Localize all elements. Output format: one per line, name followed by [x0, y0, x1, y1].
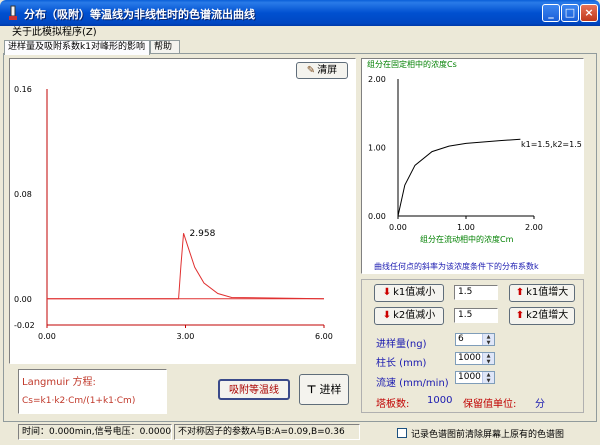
- isotherm-button[interactable]: 吸附等温线: [218, 379, 290, 400]
- clear-screen-label: 清屏: [317, 65, 338, 76]
- clear-before-record-label: 记录色谱图前清除屏幕上原有的色谱图: [411, 430, 565, 440]
- title-bar: 分布（吸附）等温线为非线性时的色谱流出曲线 _ □ ×: [0, 0, 600, 26]
- clear-before-record-checkbox[interactable]: [397, 428, 407, 438]
- k1-value-field[interactable]: 1.5: [454, 285, 498, 300]
- peak-time-label: 2.958: [190, 229, 216, 239]
- k2-increase-label: k2值增大: [526, 310, 569, 321]
- x-tick-label: 2.00: [525, 223, 543, 232]
- spinner-arrows-icon[interactable]: ▲ ▼: [482, 353, 494, 365]
- k1-decrease-button[interactable]: ⬇ k1值减小: [374, 284, 444, 302]
- k1-increase-label: k1值增大: [526, 287, 569, 298]
- flow-rate-label: 流速 (mm/min): [376, 378, 449, 389]
- isotherm-y-title: 组分在固定相中的浓度Cs: [367, 59, 457, 69]
- close-button[interactable]: ×: [580, 4, 598, 22]
- brush-icon: ✎: [306, 65, 316, 76]
- y-tick-label: 0.00: [368, 212, 386, 221]
- arrow-up-icon: ⬆: [515, 287, 525, 298]
- k2-value-field[interactable]: 1.5: [454, 308, 498, 323]
- slope-note: 曲线任何点的斜率为该浓度条件下的分布系数k: [374, 262, 539, 271]
- k2-decrease-button[interactable]: ⬇ k2值减小: [374, 307, 444, 325]
- k1-increase-button[interactable]: ⬆ k1值增大: [509, 284, 575, 302]
- x-tick-label: 0.00: [389, 223, 407, 232]
- injection-value: 6: [458, 334, 464, 344]
- injection-label: 进样量(ng): [376, 339, 427, 350]
- chromatogram-panel: 0.16 0.08 0.00 -0.02 0.00 3.00 6.00 2.958 ✎ 清屏: [9, 58, 356, 364]
- arrow-down-icon: ⬇: [382, 310, 392, 321]
- flow-rate-spinner[interactable]: 1000 ▲ ▼: [455, 371, 495, 384]
- isotherm-chart: 组分在固定相中的浓度Cs 2.00 1.00 0.000.00 1.00 2.00 k1…: [367, 59, 582, 244]
- isotherm-panel: 组分在固定相中的浓度Cs 2.00 1.00 0.00 0.00 1.00 2.00 k1…: [361, 58, 584, 274]
- y-tick-label: 0.08: [14, 190, 32, 199]
- column-length-value: 1000: [458, 353, 481, 363]
- k1-decrease-label: k1值减小: [393, 287, 436, 298]
- x-tick-label: 1.00: [457, 223, 475, 232]
- tab-help[interactable]: 帮助: [150, 40, 180, 54]
- injection-spinner[interactable]: 6 ▲ ▼: [455, 333, 495, 346]
- x-tick-label: 0.00: [38, 332, 56, 341]
- status-time-voltage: 时间：0.000min,信号电压：0.0000mv: [18, 424, 172, 440]
- y-tick-label: 1.00: [368, 144, 386, 153]
- tab-injection-k1[interactable]: 进样量及吸附系数k1对峰形的影响: [4, 40, 150, 55]
- x-tick-label: 6.00: [315, 332, 333, 341]
- k2-decrease-label: k2值减小: [393, 310, 436, 321]
- menu-bar: 关于此模拟程序(Z): [0, 26, 600, 40]
- column-length-spinner[interactable]: 1000 ▲ ▼: [455, 352, 495, 365]
- elution-curve: [47, 233, 325, 300]
- inject-button[interactable]: ⊤ 进样: [299, 374, 349, 405]
- k2-increase-button[interactable]: ⬆ k2值增大: [509, 307, 575, 325]
- status-asymmetry: 不对称因子的参数A与B:A=0.09,B=0.36: [174, 424, 360, 440]
- isotherm-x-title: 组分在流动相中的浓度Cm: [420, 234, 514, 244]
- langmuir-formula-box: Langmuir 方程: Cs=k1·k2·Cm/(1+k1·Cm): [18, 369, 167, 414]
- plate-count-label: 塔板数:: [376, 399, 410, 410]
- spinner-arrows-icon[interactable]: ▲ ▼: [482, 372, 494, 384]
- menu-about[interactable]: 关于此模拟程序(Z): [12, 26, 97, 40]
- retention-unit-value: 分: [535, 399, 545, 410]
- flow-rate-value: 1000: [458, 372, 481, 382]
- column-length-label: 柱长 (mm): [376, 358, 427, 369]
- minimize-button[interactable]: _: [542, 4, 560, 22]
- arrow-up-icon: ⬆: [515, 310, 525, 321]
- arrow-down-icon: ⬇: [382, 287, 392, 298]
- syringe-icon: ⊤: [306, 383, 317, 396]
- isotherm-curve: [397, 138, 521, 217]
- spinner-arrows-icon[interactable]: ▲ ▼: [482, 334, 494, 346]
- isotherm-curve-label: k1=1.5,k2=1.5: [521, 140, 582, 149]
- retention-unit-label: 保留值单位:: [463, 399, 517, 410]
- window-title: 分布（吸附）等温线为非线性时的色谱流出曲线: [24, 8, 255, 21]
- y-tick-label: 2.00: [368, 75, 386, 84]
- inject-label: 进样: [319, 383, 342, 396]
- clear-screen-button[interactable]: ✎ 清屏: [296, 62, 348, 79]
- chromatogram-chart: 0.160.080.00-0.020.00 3.00 6.00 2.958: [14, 85, 333, 341]
- plate-count-value: 1000: [427, 395, 453, 406]
- y-tick-label: 0.16: [14, 85, 32, 94]
- app-icon: [9, 5, 17, 20]
- y-tick-label: 0.00: [14, 295, 32, 304]
- maximize-button[interactable]: □: [561, 4, 579, 22]
- x-tick-label: 3.00: [177, 332, 195, 341]
- y-tick-label: -0.02: [14, 321, 35, 330]
- formula-body: Cs=k1·k2·Cm/(1+k1·Cm): [22, 396, 136, 406]
- formula-title: Langmuir 方程:: [22, 377, 96, 388]
